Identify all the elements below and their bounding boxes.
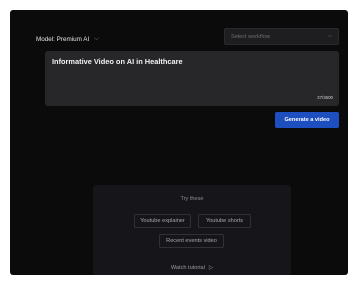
model-selector[interactable]: Model: Premium AI ⌵ <box>36 32 99 46</box>
app-window: Model: Premium AI ⌵ Select workflow ⌵ In… <box>10 10 348 275</box>
suggestions-title: Try these <box>180 196 204 202</box>
chevron-down-icon: ⌵ <box>94 36 99 42</box>
suggestion-chip-youtube-explainer[interactable]: Youtube explainer <box>134 214 191 228</box>
prompt-textarea[interactable]: Informative Video on AI in Healthcare 37… <box>45 51 339 106</box>
chevron-down-icon: ⌵ <box>327 33 332 39</box>
workflow-select[interactable]: Select workflow ⌵ <box>224 28 339 45</box>
watch-tutorial-link[interactable]: Watch tutorial ▷ <box>93 265 291 271</box>
suggestion-chip-youtube-shorts[interactable]: Youtube shorts <box>198 214 251 228</box>
watch-tutorial-label: Watch tutorial <box>170 265 205 271</box>
suggestion-chip-recent-events[interactable]: Recent events video <box>159 234 224 248</box>
suggestions-panel: Try these Youtube explainer Youtube shor… <box>93 185 291 275</box>
generate-video-button[interactable]: Generate a video <box>275 112 339 128</box>
prompt-text: Informative Video on AI in Healthcare <box>52 57 183 66</box>
play-icon: ▷ <box>208 265 214 271</box>
workflow-placeholder: Select workflow <box>231 33 270 40</box>
model-label: Model: Premium AI <box>36 35 90 43</box>
character-count: 37/3600 <box>317 95 333 100</box>
